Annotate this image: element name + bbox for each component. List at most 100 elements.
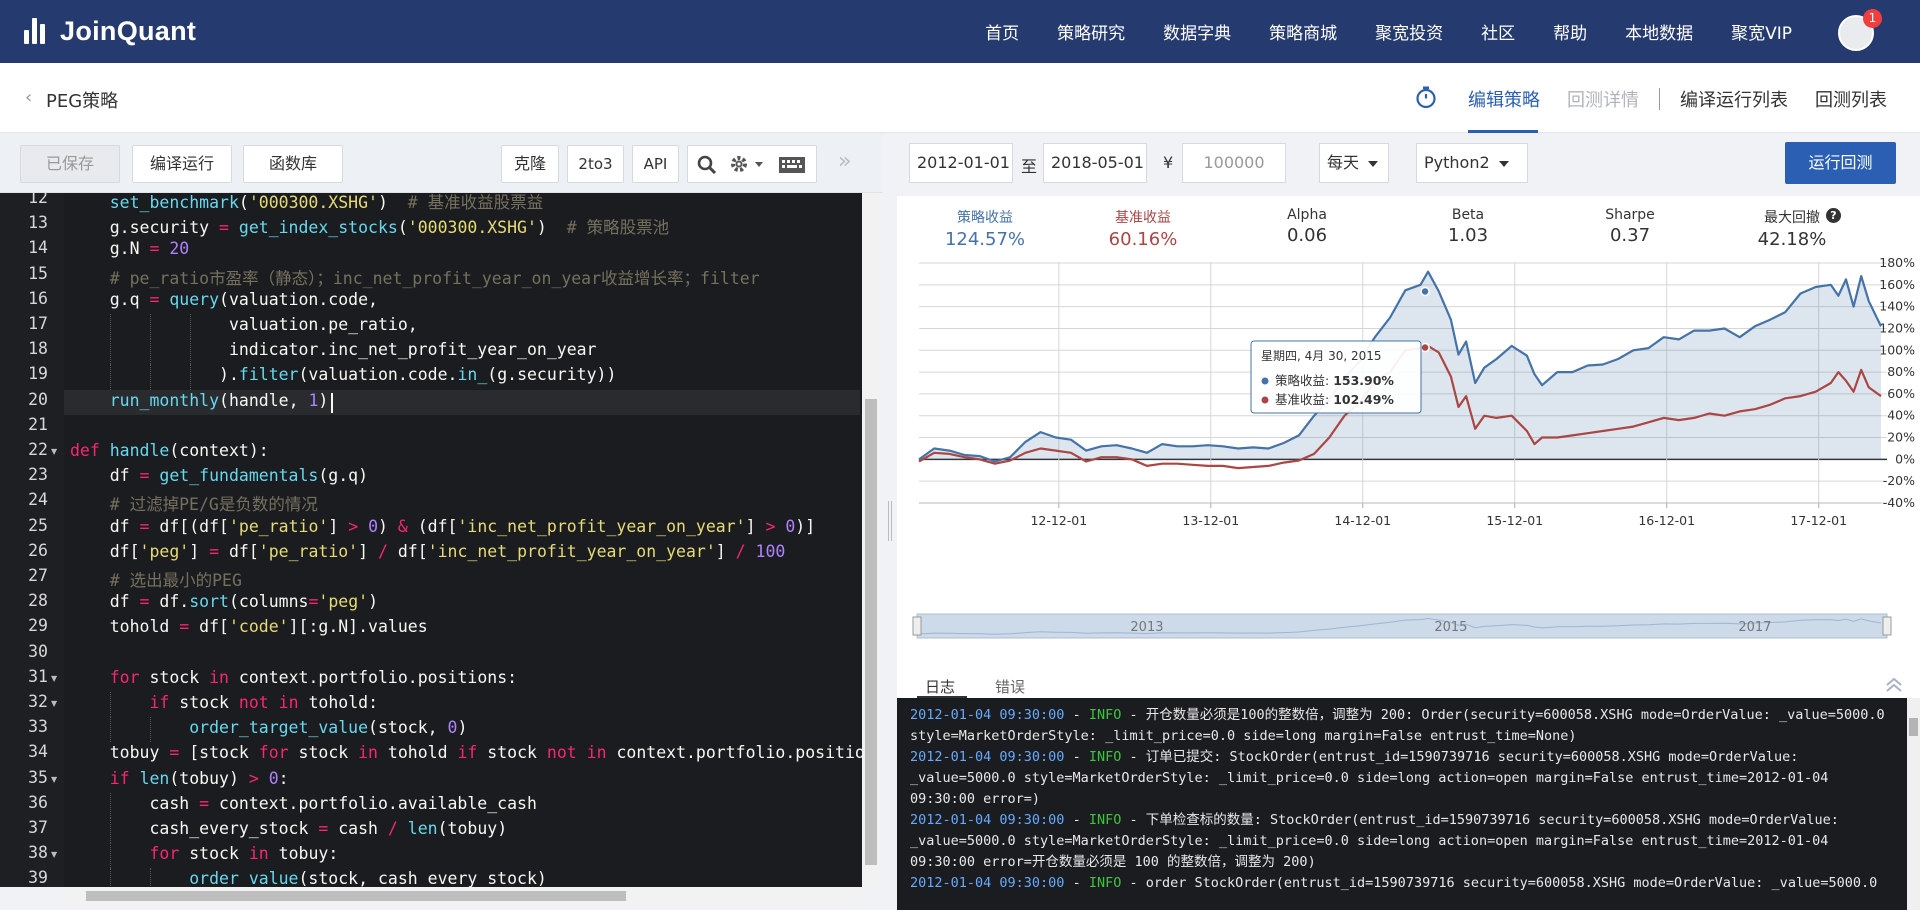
2to3-button[interactable]: 2to3 xyxy=(567,145,624,183)
log-output[interactable]: 2012-01-04 09:30:00 - INFO - 开仓数量必须是100的… xyxy=(897,698,1907,910)
frequency-select[interactable]: 每天 xyxy=(1319,143,1389,183)
stat-label: Sharpe xyxy=(1605,207,1655,223)
stat-label: Alpha xyxy=(1287,207,1327,223)
y-tick-label: 160% xyxy=(1879,277,1915,292)
stat-value: 42.18% xyxy=(1757,229,1827,250)
scrollbar-thumb[interactable] xyxy=(1909,718,1918,736)
line-number: 36 xyxy=(28,792,48,812)
y-tick-label: 140% xyxy=(1879,299,1915,314)
log-scrollbar[interactable] xyxy=(1907,698,1920,910)
capital-input[interactable]: 100000 xyxy=(1182,143,1286,183)
fold-arrow-icon[interactable]: ▼ xyxy=(51,775,57,784)
navigator-year-label: 2015 xyxy=(1434,620,1467,635)
navigator-handle-left[interactable] xyxy=(912,616,922,636)
line-number: 22 xyxy=(28,440,48,459)
fold-arrow-icon[interactable]: ▼ xyxy=(51,674,57,683)
tooltip-strategy: 策略收益: 153.90% xyxy=(1275,373,1394,388)
back-chevron-icon[interactable]: ‹ xyxy=(25,87,32,108)
tooltip-date: 星期四, 4月 30, 2015 xyxy=(1261,349,1382,363)
code-line: df = df.sort(columns='peg') xyxy=(70,592,379,612)
saved-button[interactable]: 已保存 xyxy=(20,145,120,183)
gear-dropdown-icon[interactable] xyxy=(728,153,766,175)
code-line: if stock not in tohold: xyxy=(149,693,379,712)
logo-icon xyxy=(24,18,54,44)
joinquant-logo[interactable]: JoinQuant xyxy=(24,14,196,48)
help-icon[interactable]: ? xyxy=(1826,208,1841,223)
timer-icon[interactable] xyxy=(1414,85,1438,109)
python-value: Python2 xyxy=(1424,153,1490,172)
python-version-select[interactable]: Python2 xyxy=(1416,143,1528,183)
x-tick-label: 12-12-01 xyxy=(1030,513,1087,528)
tab-compile-run-list[interactable]: 编译运行列表 xyxy=(1680,86,1788,112)
benchmark-hover-marker xyxy=(1420,342,1430,353)
nav-item-store[interactable]: 策略商城 xyxy=(1269,19,1337,44)
nav-item-invest[interactable]: 聚宽投资 xyxy=(1375,19,1443,44)
nav-item-vip[interactable]: 聚宽VIP xyxy=(1731,19,1792,44)
nav-menu: 首页 策略研究 数据字典 策略商城 聚宽投资 社区 帮助 本地数据 聚宽VIP xyxy=(947,0,1792,63)
keyboard-icon[interactable] xyxy=(778,155,806,175)
line-number: 27 xyxy=(28,566,48,585)
code-line: set_benchmark('000300.XSHG') # 基准收益股票益 xyxy=(109,193,544,212)
function-library-button[interactable]: 函数库 xyxy=(243,145,343,183)
start-date-input[interactable]: 2012-01-01 xyxy=(909,143,1013,183)
nav-item-research[interactable]: 策略研究 xyxy=(1057,19,1125,44)
chevron-down-icon xyxy=(1368,160,1379,167)
end-date-input[interactable]: 2018-05-01 xyxy=(1043,143,1147,183)
line-number-gutter: 12 13 14 15 16 17 18 19 20 21 22 ▼ 23 24 25 26 27 28 29 30 3… xyxy=(0,193,64,887)
api-button[interactable]: API xyxy=(632,145,679,183)
clone-button[interactable]: 克隆 xyxy=(501,145,559,183)
tab-backtest-detail[interactable]: 回测详情 xyxy=(1567,86,1639,112)
code-line: # pe_ratio市盈率（静态）；inc_net_profit_year_on… xyxy=(109,268,760,288)
nav-item-community[interactable]: 社区 xyxy=(1481,19,1515,44)
y-tick-label: 20% xyxy=(1887,430,1915,445)
search-icon[interactable] xyxy=(696,154,718,176)
y-tick-label: 0% xyxy=(1895,451,1915,466)
tab-errors[interactable]: 错误 xyxy=(995,676,1025,697)
line-number: 39 xyxy=(28,868,48,887)
y-tick-label: -20% xyxy=(1883,473,1915,488)
user-avatar[interactable]: 1 xyxy=(1838,9,1882,51)
editor-horizontal-scrollbar[interactable] xyxy=(64,887,862,905)
line-number: 29 xyxy=(28,616,48,636)
run-backtest-button[interactable]: 运行回测 xyxy=(1785,142,1896,184)
line-number: 15 xyxy=(28,263,48,283)
log-entry: 2012-01-04 09:30:00 - INFO - 下单检查标的数量: S… xyxy=(910,812,1839,870)
line-number: 18 xyxy=(28,339,48,359)
fold-arrow-icon[interactable]: ▼ xyxy=(51,699,57,708)
stat-label: 基准收益 xyxy=(1115,210,1171,226)
code-line: tobuy = [stock for stock in tohold if st… xyxy=(70,743,880,763)
nav-item-home[interactable]: 首页 xyxy=(985,19,1019,44)
backtest-pane: 2012-01-01 至 2018-05-01 ¥ 100000 每天 Pyth… xyxy=(897,133,1920,910)
tab-log[interactable]: 日志 xyxy=(925,676,955,697)
code-line: g.security = get_index_stocks('000300.XS… xyxy=(70,218,670,238)
pane-splitter-handle[interactable] xyxy=(883,133,897,910)
x-tick-label: 15-12-01 xyxy=(1486,513,1543,528)
code-line: for stock in tobuy: xyxy=(149,844,339,864)
code-line: cash_every_stock = cash / len(tobuy) xyxy=(70,819,508,838)
nav-item-data-dict[interactable]: 数据字典 xyxy=(1163,19,1231,44)
compile-run-button[interactable]: 编译运行 xyxy=(132,145,232,183)
navigator-year-label: 2017 xyxy=(1738,620,1771,635)
stat-label: 策略收益 xyxy=(957,210,1013,226)
tab-backtest-list[interactable]: 回测列表 xyxy=(1815,86,1887,112)
scrollbar-thumb[interactable] xyxy=(865,399,877,865)
nav-item-local-data[interactable]: 本地数据 xyxy=(1625,19,1693,44)
collapse-up-icon[interactable] xyxy=(1885,676,1903,694)
stat-3: Beta 1.03 xyxy=(1408,207,1528,246)
fold-arrow-icon[interactable]: ▼ xyxy=(51,850,57,859)
scrollbar-thumb[interactable] xyxy=(86,891,626,901)
code-line: order_value(stock, cash_every_stock) xyxy=(189,869,547,887)
navigator-handle-right[interactable] xyxy=(1882,616,1892,636)
notification-badge: 1 xyxy=(1863,9,1882,28)
code-line: def handle(context): xyxy=(70,441,269,460)
code-line: cash = context.portfolio.available_cash xyxy=(70,793,537,813)
editor-vertical-scrollbar[interactable] xyxy=(862,193,880,887)
code-editor[interactable]: 12 13 14 15 16 17 18 19 20 21 22 ▼ 23 24 25 26 27 28 29 30 3… xyxy=(0,193,880,887)
line-number: 16 xyxy=(28,288,48,308)
collapse-panel-icon[interactable]: » xyxy=(838,149,851,174)
fold-arrow-icon[interactable]: ▼ xyxy=(51,447,57,456)
strategy-legend-dot xyxy=(1261,377,1269,385)
tab-edit-strategy[interactable]: 编辑策略 xyxy=(1468,86,1540,112)
returns-chart[interactable]: 180% 160% 140% 120% 100% 80% 60% 40% 20% 0% -20% -4… xyxy=(897,251,1920,651)
nav-item-help[interactable]: 帮助 xyxy=(1553,19,1587,44)
